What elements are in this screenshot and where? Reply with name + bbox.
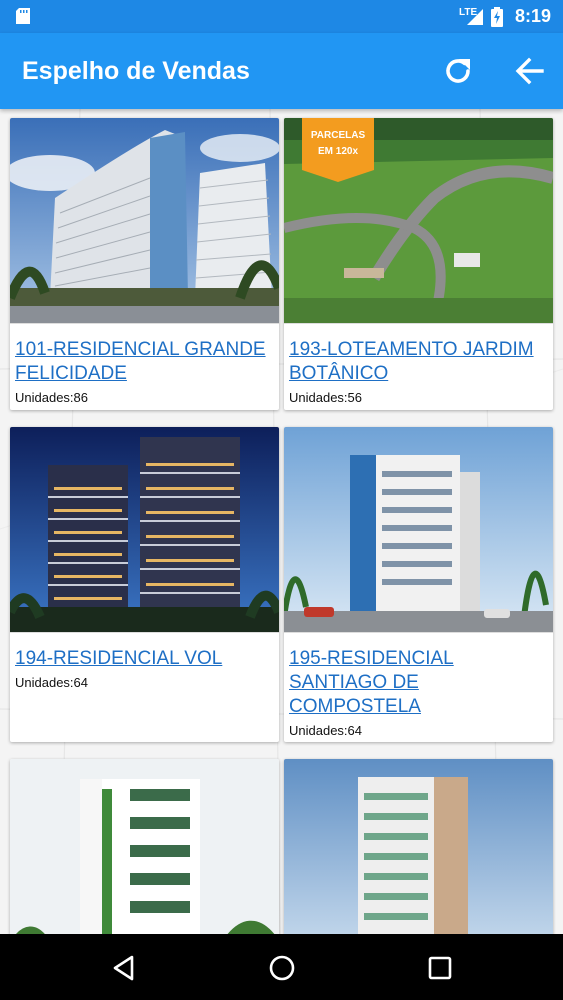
circle-home-icon (269, 955, 295, 981)
app-bar: Espelho de Vendas (0, 33, 563, 109)
building-photo (10, 118, 279, 324)
units-count: Unidades:56 (289, 390, 362, 405)
project-card[interactable]: 101-RESIDENCIAL GRANDE FELICIDADE Unidad… (10, 118, 279, 410)
nav-home-button[interactable] (266, 952, 298, 984)
status-bar: LTE 8:19 (0, 0, 563, 33)
project-name-link[interactable]: 195-RESIDENCIAL SANTIAGO DE COMPOSTELA (284, 633, 553, 719)
project-name-link[interactable]: 193-LOTEAMENTO JARDIM BOTÂNICO (284, 324, 553, 386)
building-photo (10, 759, 279, 934)
building-photo (284, 759, 553, 934)
project-grid[interactable]: 101-RESIDENCIAL GRANDE FELICIDADE Unidad… (0, 109, 563, 934)
arrow-left-icon (515, 57, 544, 85)
refresh-button[interactable] (436, 49, 480, 93)
clock: 8:19 (514, 6, 551, 26)
signal-icon: LTE (459, 7, 483, 27)
land-photo: PARCELAS EM 120x (284, 118, 553, 324)
banner-text: PARCELAS (311, 130, 366, 141)
back-button[interactable] (508, 49, 552, 93)
building-photo (284, 427, 553, 633)
nav-recents-button[interactable] (424, 952, 456, 984)
project-card[interactable]: 195-RESIDENCIAL SANTIAGO DE COMPOSTELA U… (284, 427, 553, 742)
page-title: Espelho de Vendas (22, 57, 250, 85)
project-name-link[interactable]: 101-RESIDENCIAL GRANDE FELICIDADE (10, 324, 279, 386)
units-count: Unidades:64 (289, 723, 362, 738)
refresh-icon (446, 59, 470, 83)
project-name-link[interactable]: 194-RESIDENCIAL VOL (10, 633, 279, 671)
project-card[interactable] (10, 759, 279, 934)
banner-text: EM 120x (318, 146, 358, 157)
units-count: Unidades:64 (15, 675, 88, 690)
building-photo (10, 427, 279, 633)
square-recents-icon (428, 956, 452, 980)
nav-back-button[interactable] (108, 952, 140, 984)
project-card[interactable]: 194-RESIDENCIAL VOL Unidades:64 (10, 427, 279, 742)
sd-card-icon (16, 8, 30, 24)
system-navigation-bar (0, 934, 563, 1000)
units-count: Unidades:86 (15, 390, 88, 405)
battery-icon (490, 6, 503, 27)
triangle-back-icon (113, 955, 134, 981)
project-card[interactable]: PARCELAS EM 120x 193-LOTEAMENTO JARDIM B… (284, 118, 553, 410)
project-card[interactable] (284, 759, 553, 934)
